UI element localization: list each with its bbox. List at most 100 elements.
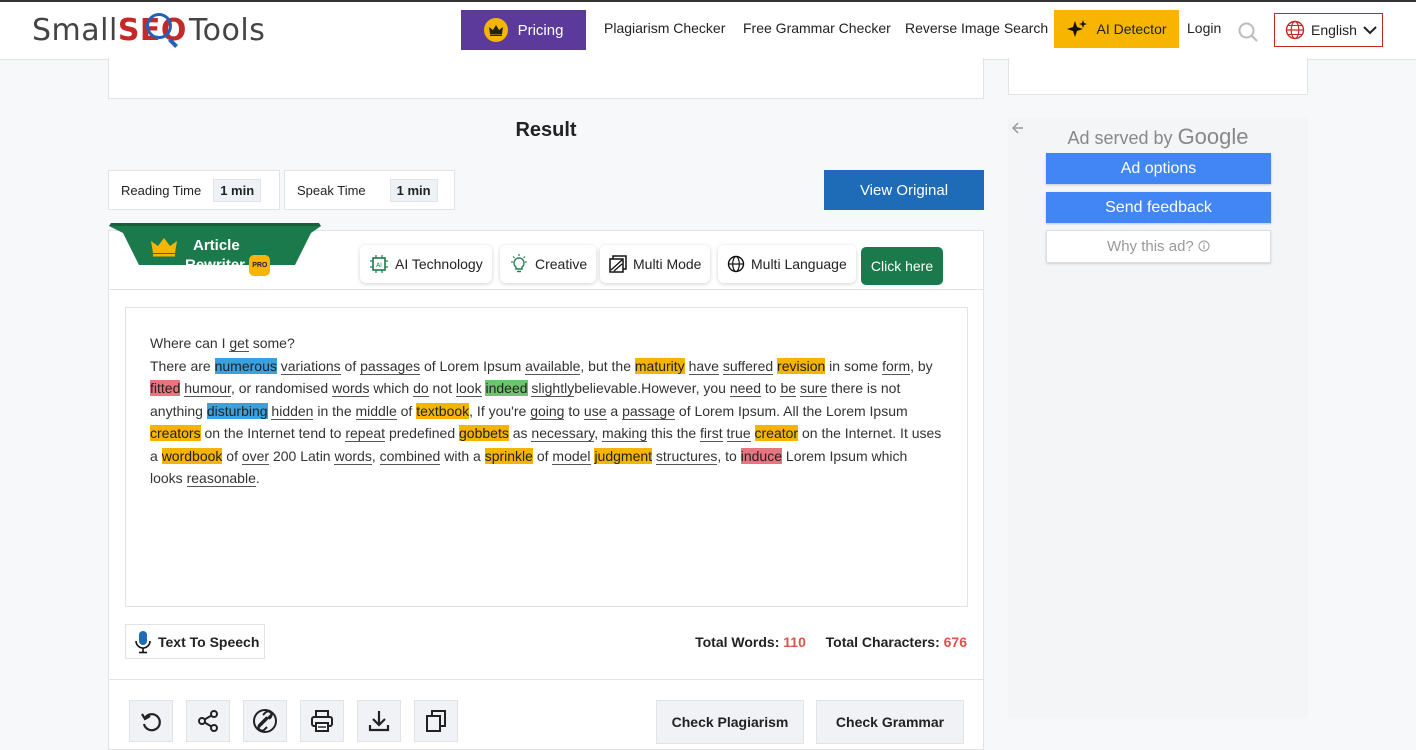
underlined-word[interactable]: form <box>882 357 911 375</box>
pricing-label: Pricing <box>517 21 564 39</box>
text-segment: , <box>594 425 602 441</box>
text-segment <box>685 358 689 374</box>
ai-detector-button[interactable]: AI Detector <box>1054 10 1179 48</box>
underlined-word[interactable]: passages <box>360 357 421 375</box>
underlined-word[interactable]: suffered <box>722 357 774 375</box>
highlighted-word[interactable]: maturity <box>634 357 685 374</box>
nav-reverse-image-search[interactable]: Reverse Image Search <box>905 20 1048 36</box>
underlined-word[interactable]: have <box>688 357 719 375</box>
underlined-word[interactable]: available <box>525 357 581 375</box>
lightbulb-icon <box>511 254 527 273</box>
underlined-word[interactable]: words <box>334 447 372 465</box>
text-segment: this the <box>647 425 701 441</box>
view-original-button[interactable]: View Original <box>824 170 984 210</box>
highlighted-word[interactable]: creators <box>150 425 201 441</box>
print-button[interactable] <box>300 700 344 742</box>
underlined-word[interactable]: model <box>552 447 591 465</box>
underlined-word[interactable]: variations <box>280 357 341 375</box>
highlighted-word[interactable]: indeed <box>485 380 528 396</box>
underlined-word[interactable]: sure <box>799 380 828 397</box>
reading-time-label: Reading Time <box>121 182 202 198</box>
highlighted-word[interactable]: induce <box>740 447 783 464</box>
why-this-ad-button[interactable]: Why this ad? <box>1046 230 1271 263</box>
click-here-button[interactable]: Click here <box>861 247 943 285</box>
result-title: Result <box>515 119 577 141</box>
text-segment: there is not <box>827 380 901 396</box>
highlighted-word[interactable]: textbook <box>416 402 470 419</box>
underlined-word[interactable]: get <box>229 335 249 352</box>
highlighted-word[interactable]: revision <box>777 357 826 374</box>
logo-part-seo: SEO <box>117 12 187 48</box>
highlighted-word[interactable]: gobbets <box>459 425 509 441</box>
underlined-word[interactable]: words <box>332 380 370 397</box>
underlined-word[interactable]: reasonable <box>186 470 256 487</box>
ribbon-line-2: Rewriter PRO <box>185 255 345 276</box>
underlined-word[interactable]: do <box>413 380 429 397</box>
rewritten-text-area[interactable]: Where can I get some? There are numerous … <box>125 307 968 607</box>
check-grammar-button[interactable]: Check Grammar <box>816 700 964 744</box>
text-to-speech-button[interactable]: Text To Speech <box>125 624 265 659</box>
highlighted-word[interactable]: judgment <box>594 447 653 464</box>
underlined-word[interactable]: be <box>780 380 797 397</box>
feature-multi-mode[interactable]: Multi Mode <box>600 245 711 283</box>
text-segment: not <box>428 380 456 396</box>
sidebar-top-box <box>1008 58 1308 95</box>
underlined-word[interactable]: need <box>729 380 762 397</box>
search-icon[interactable] <box>1238 22 1258 42</box>
sparkle-icon <box>1067 20 1088 37</box>
underlined-word[interactable]: slightly <box>531 380 575 397</box>
total-words-label: Total Words: <box>695 634 780 650</box>
text-segment: of <box>222 447 242 464</box>
highlighted-word[interactable]: numerous <box>214 357 277 374</box>
copy-icon <box>426 710 446 732</box>
copy-button[interactable] <box>414 700 458 742</box>
ai-chip-icon: AI <box>370 255 388 273</box>
ad-options-button[interactable]: Ad options <box>1046 153 1271 184</box>
highlighted-word[interactable]: sprinkle <box>484 447 533 464</box>
underlined-word[interactable]: use <box>583 402 607 420</box>
underlined-word[interactable]: repeat <box>345 425 386 442</box>
underlined-word[interactable]: over <box>241 447 270 465</box>
highlighted-word[interactable]: wordbook <box>161 447 223 464</box>
login-link[interactable]: Login <box>1187 20 1221 36</box>
download-button[interactable] <box>357 700 401 742</box>
highlighted-word[interactable]: creator <box>754 425 799 441</box>
text-segment <box>723 425 727 441</box>
send-feedback-button[interactable]: Send feedback <box>1046 192 1271 223</box>
underlined-word[interactable]: passage <box>622 402 676 420</box>
print-icon <box>311 710 333 732</box>
feature-ai-technology[interactable]: AI AI Technology <box>360 245 492 283</box>
check-plagiarism-button[interactable]: Check Plagiarism <box>656 700 804 744</box>
feature-creative[interactable]: Creative <box>500 245 597 283</box>
text-segment: , to <box>717 447 741 464</box>
divider <box>109 679 983 680</box>
nav-plagiarism-checker[interactable]: Plagiarism Checker <box>604 20 725 36</box>
underlined-word[interactable]: structures <box>655 447 718 465</box>
underlined-word[interactable]: combined <box>379 447 441 465</box>
text-segment: , If you're <box>469 402 531 419</box>
feature-label: Multi Mode <box>633 256 702 272</box>
underlined-word[interactable]: first <box>700 425 723 442</box>
highlighted-word[interactable]: disturbing <box>206 402 268 419</box>
unlink-button[interactable] <box>243 700 287 742</box>
underlined-word[interactable]: necessary <box>531 425 595 442</box>
underlined-word[interactable]: look <box>455 380 482 397</box>
highlighted-word[interactable]: fitted <box>150 380 181 396</box>
underlined-word[interactable]: humour <box>184 380 231 397</box>
underlined-word[interactable]: true <box>726 425 751 442</box>
text-segment: which <box>369 380 414 396</box>
rewriter-result-panel: Article Rewriter PRO AI AI Technology Cr… <box>108 223 984 750</box>
share-button[interactable] <box>186 700 230 742</box>
reading-time-value: 1 min <box>213 178 262 202</box>
underlined-word[interactable]: middle <box>355 402 397 420</box>
feature-multi-language[interactable]: Multi Language <box>718 245 856 283</box>
logo[interactable]: Small SEO Tools <box>32 12 265 48</box>
underlined-word[interactable]: going <box>530 402 565 420</box>
underlined-word[interactable]: hidden <box>271 402 314 420</box>
nav-free-grammar-checker[interactable]: Free Grammar Checker <box>743 20 891 36</box>
pricing-button[interactable]: Pricing <box>461 10 586 50</box>
language-select[interactable]: English <box>1274 13 1383 47</box>
text-segment: anything <box>150 402 207 419</box>
refresh-button[interactable] <box>129 700 173 742</box>
underlined-word[interactable]: making <box>601 425 648 442</box>
